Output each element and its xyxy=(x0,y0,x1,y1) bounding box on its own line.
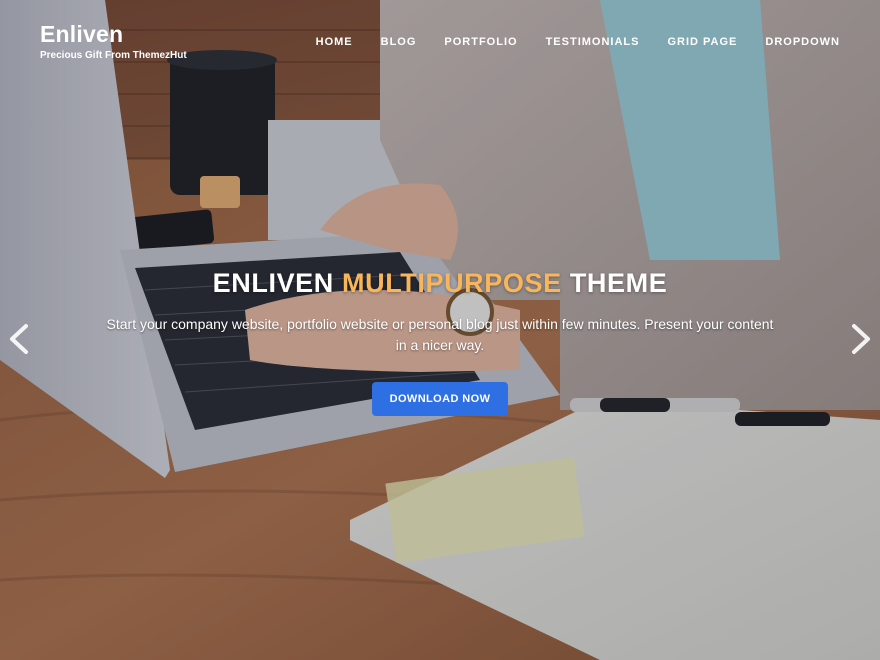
site-title[interactable]: Enliven xyxy=(40,20,187,48)
slide-heading: ENLIVEN MULTIPURPOSE THEME xyxy=(90,266,790,300)
site-tagline: Precious Gift From ThemezHut xyxy=(40,50,187,61)
slide-heading-part2: THEME xyxy=(561,268,668,298)
nav-item-portfolio[interactable]: PORTFOLIO xyxy=(444,35,517,49)
slider-next-button[interactable] xyxy=(848,322,874,356)
slide-caption: ENLIVEN MULTIPURPOSE THEME Start your co… xyxy=(90,266,790,416)
slider-prev-button[interactable] xyxy=(6,322,32,356)
chevron-right-icon xyxy=(852,324,870,354)
nav-item-testimonials[interactable]: TESTIMONIALS xyxy=(546,35,640,49)
nav-item-blog[interactable]: BLOG xyxy=(381,35,417,49)
site-branding: Enliven Precious Gift From ThemezHut xyxy=(40,20,187,62)
slide-heading-accent: MULTIPURPOSE xyxy=(342,268,562,298)
slide-description: Start your company website, portfolio we… xyxy=(106,316,774,353)
hero-slider: Enliven Precious Gift From ThemezHut HOM… xyxy=(0,0,880,660)
site-header: Enliven Precious Gift From ThemezHut HOM… xyxy=(0,0,880,80)
nav-item-home[interactable]: HOME xyxy=(316,35,353,49)
main-navigation: HOME BLOG PORTFOLIO TESTIMONIALS GRID PA… xyxy=(288,35,840,49)
slide-heading-part1: ENLIVEN xyxy=(212,268,342,298)
nav-item-dropdown[interactable]: DROPDOWN xyxy=(765,35,840,49)
chevron-left-icon xyxy=(10,324,28,354)
download-now-button[interactable]: DOWNLOAD NOW xyxy=(371,382,509,416)
nav-item-grid-page[interactable]: GRID PAGE xyxy=(667,35,737,49)
